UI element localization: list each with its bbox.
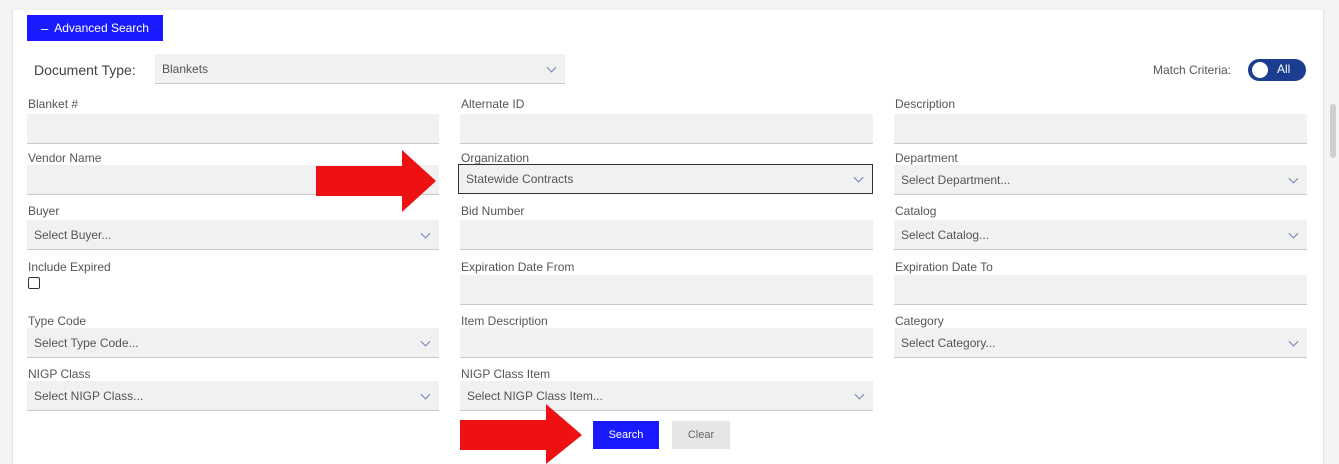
chevron-down-icon bbox=[420, 389, 431, 400]
type-code-placeholder: Select Type Code... bbox=[34, 335, 139, 350]
type-code-select[interactable]: Select Type Code... bbox=[27, 328, 439, 358]
department-select[interactable]: Select Department... bbox=[894, 165, 1307, 195]
nigp-class-label: NIGP Class bbox=[28, 367, 91, 381]
red-arrow-icon bbox=[460, 404, 582, 464]
chevron-down-icon bbox=[854, 389, 865, 400]
chevron-down-icon bbox=[853, 172, 864, 183]
advanced-search-toggle-button[interactable]: – Advanced Search bbox=[27, 15, 163, 41]
document-type-label: Document Type: bbox=[34, 62, 136, 78]
clear-button[interactable]: Clear bbox=[672, 421, 730, 449]
type-code-label: Type Code bbox=[28, 314, 87, 328]
nigp-class-item-placeholder: Select NIGP Class Item... bbox=[467, 388, 603, 403]
chevron-down-icon bbox=[546, 62, 557, 73]
red-arrow-icon bbox=[316, 150, 436, 212]
buyer-label: Buyer bbox=[28, 204, 60, 218]
blanket-number-input[interactable] bbox=[27, 114, 439, 144]
minus-icon: – bbox=[41, 20, 49, 36]
description-label: Description bbox=[895, 97, 956, 111]
expiration-date-to-input[interactable] bbox=[894, 275, 1307, 305]
description-input[interactable] bbox=[894, 114, 1307, 144]
item-description-label: Item Description bbox=[461, 314, 548, 328]
include-expired-label: Include Expired bbox=[28, 260, 111, 274]
vendor-name-label: Vendor Name bbox=[28, 151, 102, 165]
bid-number-label: Bid Number bbox=[461, 204, 525, 218]
department-label: Department bbox=[895, 151, 958, 165]
document-type-value: Blankets bbox=[162, 61, 209, 76]
blanket-number-label: Blanket # bbox=[28, 97, 79, 111]
alternate-id-label: Alternate ID bbox=[461, 97, 525, 111]
category-label: Category bbox=[895, 314, 944, 328]
catalog-select[interactable]: Select Catalog... bbox=[894, 220, 1307, 250]
chevron-down-icon bbox=[1288, 336, 1299, 347]
organization-value: Statewide Contracts bbox=[466, 172, 574, 186]
match-criteria-toggle[interactable]: All bbox=[1248, 59, 1306, 81]
vertical-scrollbar[interactable] bbox=[1327, 0, 1339, 464]
expiration-date-from-input[interactable] bbox=[460, 275, 873, 305]
match-criteria-value: All bbox=[1277, 62, 1291, 76]
bid-number-input[interactable] bbox=[460, 220, 873, 250]
item-description-input[interactable] bbox=[460, 328, 873, 358]
category-select[interactable]: Select Category... bbox=[894, 328, 1307, 358]
scrollbar-thumb[interactable] bbox=[1330, 104, 1336, 158]
nigp-class-placeholder: Select NIGP Class... bbox=[34, 388, 144, 403]
chevron-down-icon bbox=[1288, 228, 1299, 239]
document-type-select[interactable]: Blankets bbox=[155, 54, 565, 84]
expiration-date-from-label: Expiration Date From bbox=[461, 260, 575, 274]
alternate-id-input[interactable] bbox=[460, 114, 873, 144]
toggle-knob bbox=[1252, 62, 1268, 78]
expiration-date-to-label: Expiration Date To bbox=[895, 260, 993, 274]
organization-label: Organization bbox=[461, 151, 530, 165]
chevron-down-icon bbox=[1288, 173, 1299, 184]
advanced-search-label: Advanced Search bbox=[54, 21, 149, 35]
nigp-class-item-label: NIGP Class Item bbox=[461, 367, 551, 381]
buyer-placeholder: Select Buyer... bbox=[34, 227, 112, 242]
chevron-down-icon bbox=[420, 228, 431, 239]
buyer-select[interactable]: Select Buyer... bbox=[27, 220, 439, 250]
match-criteria-label: Match Criteria: bbox=[1153, 63, 1232, 77]
include-expired-checkbox[interactable] bbox=[28, 277, 40, 289]
category-placeholder: Select Category... bbox=[901, 335, 996, 350]
chevron-down-icon bbox=[420, 336, 431, 347]
catalog-label: Catalog bbox=[895, 204, 937, 218]
search-button[interactable]: Search bbox=[593, 421, 659, 449]
nigp-class-select[interactable]: Select NIGP Class... bbox=[27, 381, 439, 411]
department-placeholder: Select Department... bbox=[901, 172, 1011, 187]
catalog-placeholder: Select Catalog... bbox=[901, 227, 990, 242]
organization-select[interactable]: Statewide Contracts bbox=[458, 164, 873, 194]
